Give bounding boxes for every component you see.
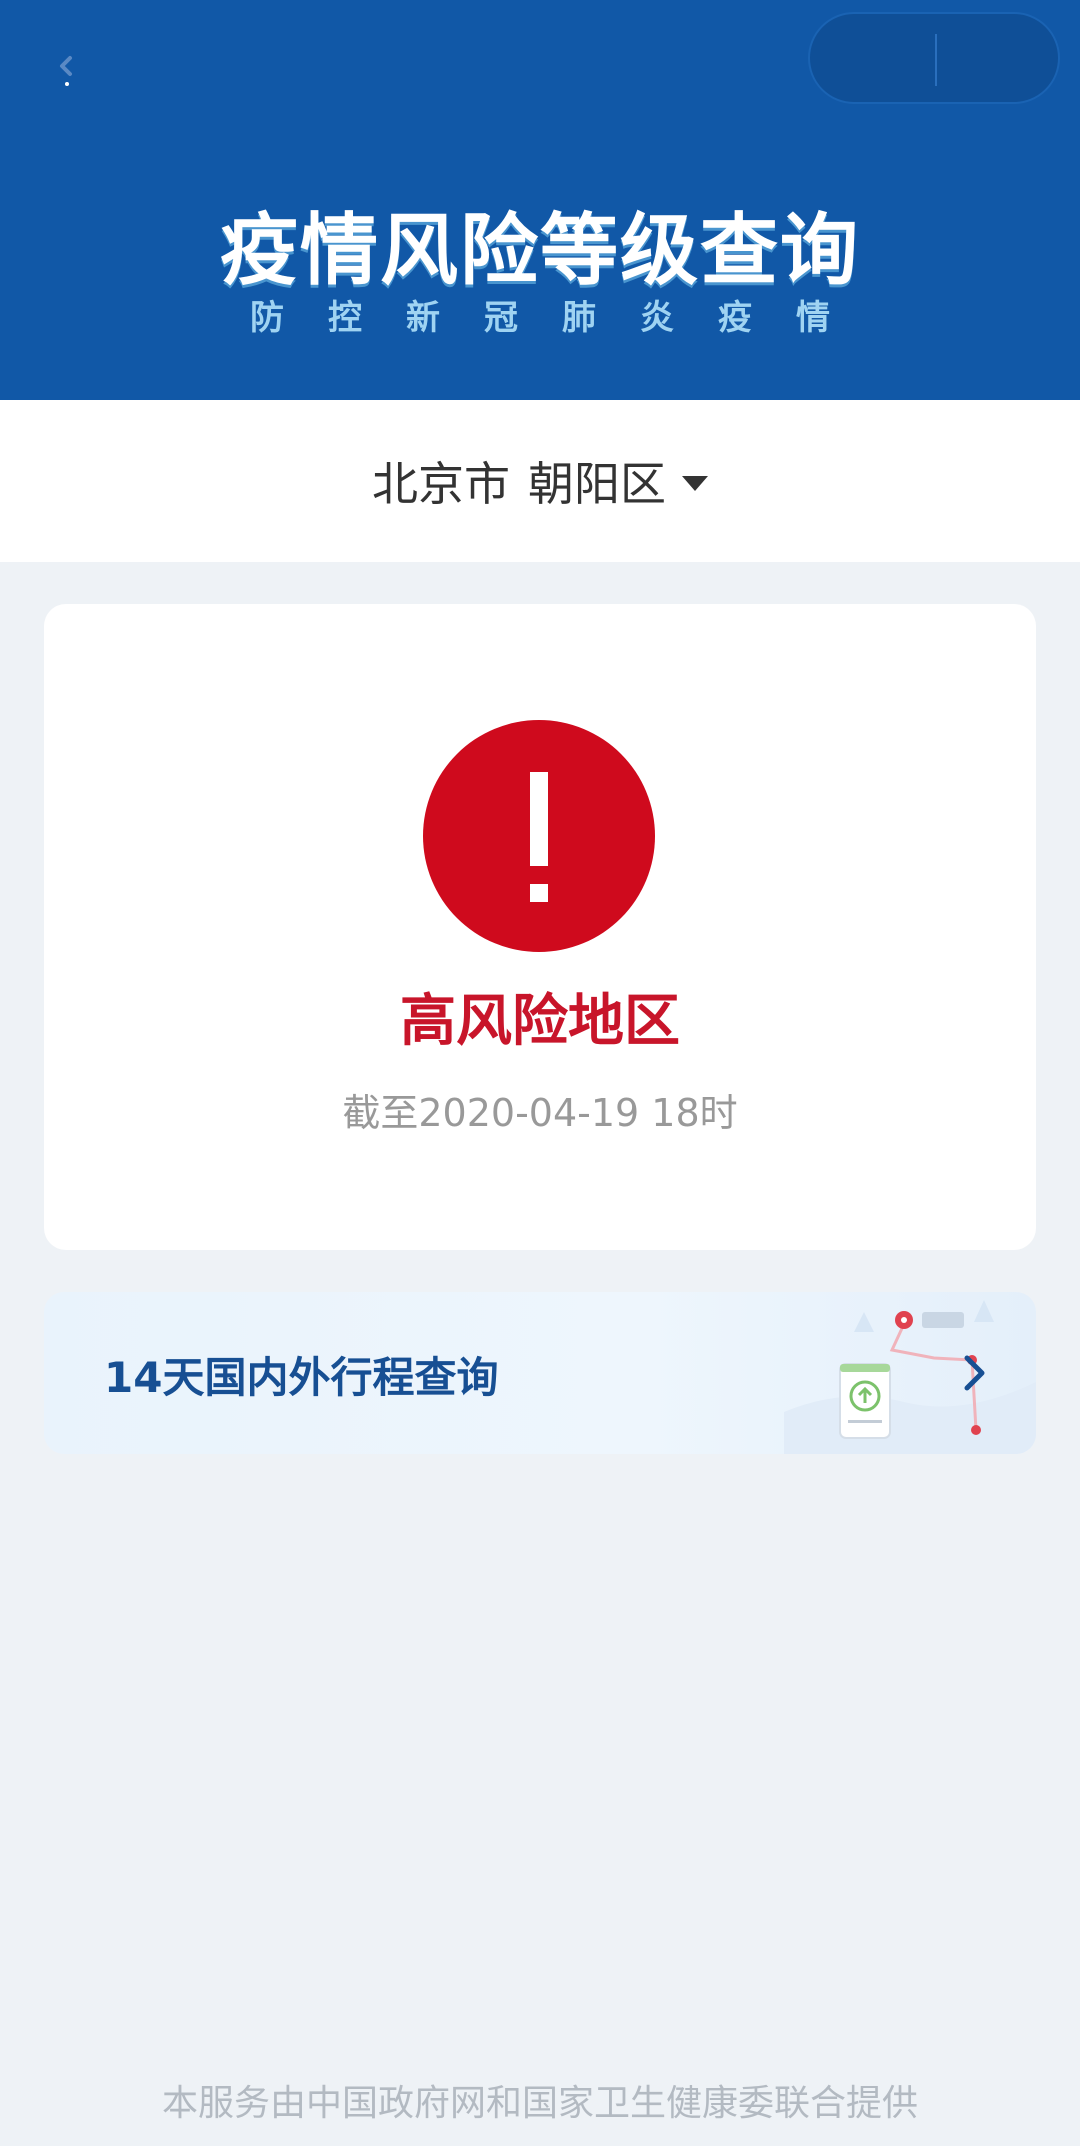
exclamation-alert-icon <box>423 720 655 952</box>
page-title: 疫情风险等级查询 <box>219 206 860 296</box>
footer-credit: 本服务由中国政府网和国家卫生健康委联合提供 <box>161 2083 918 2124</box>
close-mini-program-button[interactable] <box>937 14 1061 106</box>
update-timestamp: 截至2020-04-19 18时 <box>342 1091 738 1135</box>
risk-result-card: 高风险地区 截至2020-04-19 18时 <box>44 604 1036 1250</box>
page-subtitle: 防控新冠肺炎疫情 <box>250 298 874 338</box>
back-button[interactable] <box>40 40 100 100</box>
page-header: 疫情风险等级查询 防控新冠肺炎疫情 <box>0 0 1080 400</box>
location-selector[interactable]: 北京市 朝阳区 <box>0 400 1080 562</box>
mini-program-capsule <box>808 12 1060 104</box>
itinerary-query-label: 14天国内外行程查询 <box>104 1353 499 1402</box>
dropdown-arrow-icon <box>682 475 708 491</box>
map-route-illustration <box>784 1300 1036 1454</box>
more-options-button[interactable] <box>810 14 934 106</box>
itinerary-query-card[interactable]: 14天国内外行程查询 <box>44 1292 1036 1454</box>
back-arrow-icon <box>60 56 72 86</box>
risk-level-text: 高风险地区 <box>400 989 680 1054</box>
location-city: 北京市 <box>372 457 510 511</box>
location-label: 北京市 朝阳区 <box>372 448 666 514</box>
chevron-right-icon <box>964 1355 985 1391</box>
location-district: 朝阳区 <box>528 457 666 511</box>
